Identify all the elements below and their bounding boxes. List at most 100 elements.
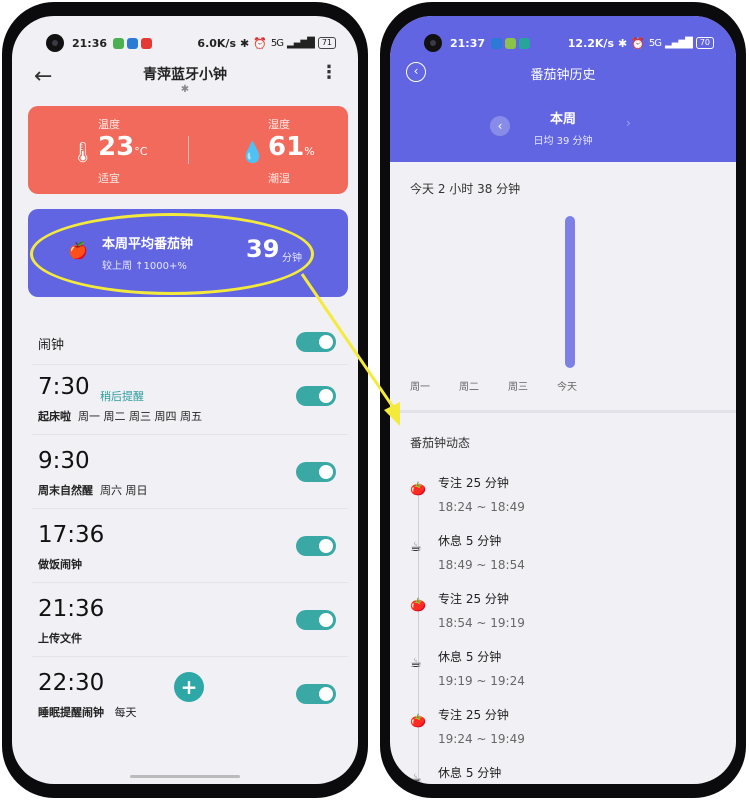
- right-screen: 21:37 12.2K/s ✱ ⏰ 5G ▂▄▆█ 70 ‹ 番茄钟历史 ‹ 本…: [390, 16, 736, 784]
- more-menu-icon[interactable]: ⋮: [320, 62, 338, 83]
- tomato-icon: 🍅: [410, 482, 427, 497]
- battery-level: 71: [317, 37, 336, 49]
- signal-label: 5G: [270, 37, 284, 49]
- alarm-time[interactable]: 17:36: [38, 522, 104, 548]
- humidity-value: 61%: [268, 132, 315, 162]
- event-title: 专注 25 分钟: [438, 592, 509, 606]
- bluetooth-status-icon: ✱: [180, 84, 190, 95]
- signal-icon: ▂▄▆█: [665, 37, 693, 49]
- right-phone: 21:37 12.2K/s ✱ ⏰ 5G ▂▄▆█ 70 ‹ 番茄钟历史 ‹ 本…: [380, 2, 746, 798]
- status-bar: 21:37 12.2K/s ✱ ⏰ 5G ▂▄▆█ 70: [390, 32, 736, 54]
- temperature-status: 适宜: [98, 172, 120, 185]
- alarm-desc: 睡眠提醒闹钟 每天: [38, 706, 137, 719]
- notification-icons: [113, 37, 153, 49]
- alarm-desc: 做饭闹钟: [38, 558, 82, 571]
- status-right: 12.2K/s ✱ ⏰ 5G ▂▄▆█ 70: [568, 37, 714, 50]
- status-bar: 21:36 6.0K/s ✱ ⏰ 5G ▂▄▆█ 71: [12, 32, 358, 54]
- row-divider: [32, 656, 348, 657]
- alarm-desc: 上传文件: [38, 632, 82, 645]
- water-drop-icon: 💧: [240, 140, 265, 164]
- climate-card: 🌡 温度 23°C 适宜 💧 湿度 61% 潮湿: [28, 106, 348, 194]
- camera-cutout: [46, 34, 64, 52]
- chart-tick-label: 今天: [557, 382, 577, 393]
- row-divider: [32, 582, 348, 583]
- network-speed: 6.0K/s: [197, 36, 236, 50]
- app-notification-icon: [113, 37, 125, 49]
- bluetooth-icon: ✱: [240, 36, 250, 50]
- temperature-value: 23°C: [98, 132, 148, 162]
- row-divider: [32, 364, 348, 365]
- alarm-toggle[interactable]: [296, 386, 336, 406]
- alarm-time[interactable]: 9:30: [38, 448, 90, 474]
- dynamics-title: 番茄钟动态: [410, 436, 471, 450]
- coffee-cup-icon: ☕: [410, 540, 422, 555]
- bluetooth-icon: ✱: [618, 36, 628, 50]
- history-header: 21:37 12.2K/s ✱ ⏰ 5G ▂▄▆█ 70 ‹ 番茄钟历史 ‹ 本…: [390, 16, 736, 162]
- next-week-icon[interactable]: ›: [626, 116, 631, 130]
- app-header: ← 青萍蓝牙小钟 ✱ ⋮: [12, 58, 358, 98]
- temperature-block: 🌡 温度 23°C 适宜: [38, 116, 168, 186]
- alarm-toggle[interactable]: [296, 610, 336, 630]
- row-divider: [32, 434, 348, 435]
- event-title: 专注 25 分钟: [438, 476, 509, 490]
- gesture-bar: [130, 775, 240, 778]
- tomato-icon: 🍅: [410, 598, 427, 613]
- alarm-time[interactable]: 21:36: [38, 596, 104, 622]
- notification-icons: [491, 37, 531, 49]
- status-right: 6.0K/s ✱ ⏰ 5G ▂▄▆█ 71: [197, 37, 336, 50]
- thermometer-icon: 🌡: [70, 140, 96, 164]
- section-separator: [390, 410, 736, 413]
- network-speed: 12.2K/s: [567, 36, 614, 50]
- chart-bar: [565, 216, 575, 368]
- alarm-icon: ⏰: [253, 36, 267, 50]
- app-notification-icon: [141, 37, 153, 49]
- alarm-time[interactable]: 22:30: [38, 670, 104, 696]
- event-title: 休息 5 分钟: [438, 534, 502, 548]
- daily-average: 日均 39 分钟: [533, 136, 593, 147]
- app-notification-icon: [127, 37, 139, 49]
- event-title: 休息 5 分钟: [438, 766, 502, 780]
- annotation-ellipse: [30, 213, 314, 295]
- left-screen: 21:36 6.0K/s ✱ ⏰ 5G ▂▄▆█ 71 ← 青萍蓝牙小钟 ✱ ⋮…: [12, 16, 358, 784]
- humidity-label: 湿度: [268, 118, 290, 131]
- event-time: 18:49 ~ 18:54: [438, 558, 525, 572]
- page-title: 番茄钟历史: [530, 68, 596, 83]
- add-alarm-button[interactable]: +: [174, 672, 204, 702]
- left-phone: 21:36 6.0K/s ✱ ⏰ 5G ▂▄▆█ 71 ← 青萍蓝牙小钟 ✱ ⋮…: [2, 2, 368, 798]
- coffee-cup-icon: ☕: [410, 772, 422, 784]
- tomato-icon: 🍅: [410, 714, 427, 729]
- event-time: 19:24 ~ 19:49: [438, 732, 525, 746]
- status-time: 21:36: [72, 36, 108, 50]
- page-title: 青萍蓝牙小钟: [143, 67, 227, 83]
- week-bar-chart: [390, 216, 736, 372]
- screenshot-stage: 21:36 6.0K/s ✱ ⏰ 5G ▂▄▆█ 71 ← 青萍蓝牙小钟 ✱ ⋮…: [0, 0, 750, 801]
- timeline-line: [418, 490, 419, 784]
- row-divider: [32, 508, 348, 509]
- alarm-time[interactable]: 7:30: [38, 374, 90, 400]
- alarm-toggle[interactable]: [296, 536, 336, 556]
- camera-cutout: [424, 34, 442, 52]
- battery-level: 70: [695, 37, 714, 49]
- event-time: 18:54 ~ 19:19: [438, 616, 525, 630]
- event-time: 18:24 ~ 18:49: [438, 500, 525, 514]
- coffee-cup-icon: ☕: [410, 656, 422, 671]
- snooze-label[interactable]: 稍后提醒: [100, 388, 144, 404]
- signal-label: 5G: [648, 37, 662, 49]
- alarm-desc: 周末自然醒 周六 周日: [38, 484, 148, 497]
- humidity-block: 💧 湿度 61% 潮湿: [208, 116, 338, 186]
- today-total: 今天 2 小时 38 分钟: [410, 182, 521, 196]
- alarm-master-toggle[interactable]: [296, 332, 336, 352]
- event-title: 休息 5 分钟: [438, 650, 502, 664]
- climate-divider: [188, 136, 189, 164]
- alarm-toggle[interactable]: [296, 462, 336, 482]
- alarm-toggle[interactable]: [296, 684, 336, 704]
- week-label: 本周: [549, 112, 576, 127]
- status-time: 21:37: [450, 36, 486, 50]
- event-time: 19:19 ~ 19:24: [438, 674, 525, 688]
- signal-icon: ▂▄▆█: [287, 37, 315, 49]
- humidity-status: 潮湿: [268, 172, 290, 185]
- chart-tick-label: 周二: [459, 382, 479, 393]
- chart-tick-label: 周一: [410, 382, 430, 393]
- alarm-icon: ⏰: [631, 36, 645, 50]
- app-notification-icon: [505, 37, 517, 49]
